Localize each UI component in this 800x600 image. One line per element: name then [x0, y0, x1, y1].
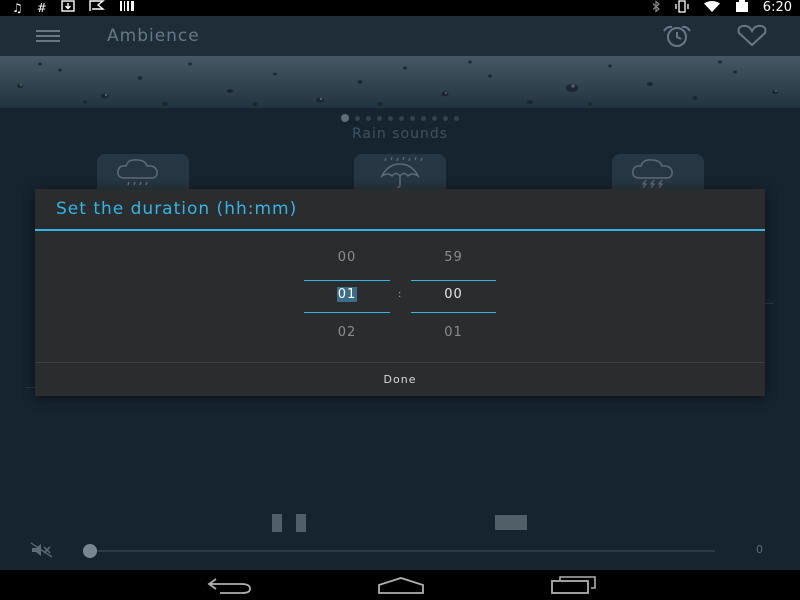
minutes-next-value[interactable]: 01: [411, 325, 496, 340]
hours-input[interactable]: 01: [304, 287, 390, 305]
hours-divider-top: [304, 280, 390, 281]
hours-prev-value[interactable]: 00: [304, 250, 390, 265]
time-separator: :: [398, 289, 402, 300]
minutes-current-value: 00: [444, 287, 463, 302]
minutes-prev-value[interactable]: 59: [411, 250, 496, 265]
status-bar: ♫ # 6:20: [0, 0, 800, 16]
hash-icon: #: [36, 1, 47, 15]
minutes-divider-top: [411, 280, 496, 281]
back-icon[interactable]: [206, 575, 252, 595]
hours-next-value[interactable]: 02: [304, 325, 390, 340]
minutes-divider-bottom: [411, 312, 496, 313]
recents-icon[interactable]: [550, 575, 598, 595]
minutes-input[interactable]: 00: [411, 287, 496, 305]
battery-icon: [735, 0, 749, 17]
clock-time: 6:20: [762, 0, 792, 15]
dialog-title-divider: [35, 229, 765, 231]
hours-divider-bottom: [304, 312, 390, 313]
barcode-icon: [119, 0, 135, 16]
music-note-icon: ♫: [12, 1, 23, 15]
done-button[interactable]: Done: [35, 363, 765, 396]
flag-icon: [89, 0, 105, 16]
download-icon: [61, 0, 75, 16]
navigation-bar: [0, 570, 800, 600]
home-icon[interactable]: [376, 575, 426, 595]
hours-current-value: 01: [336, 287, 358, 302]
dialog-title: Set the duration (hh:mm): [56, 199, 298, 219]
duration-dialog: Set the duration (hh:mm) 00 01 02 : 59 0…: [35, 189, 765, 396]
bluetooth-icon: [651, 0, 661, 17]
wifi-icon: [703, 0, 721, 17]
vibrate-icon: [675, 0, 689, 17]
